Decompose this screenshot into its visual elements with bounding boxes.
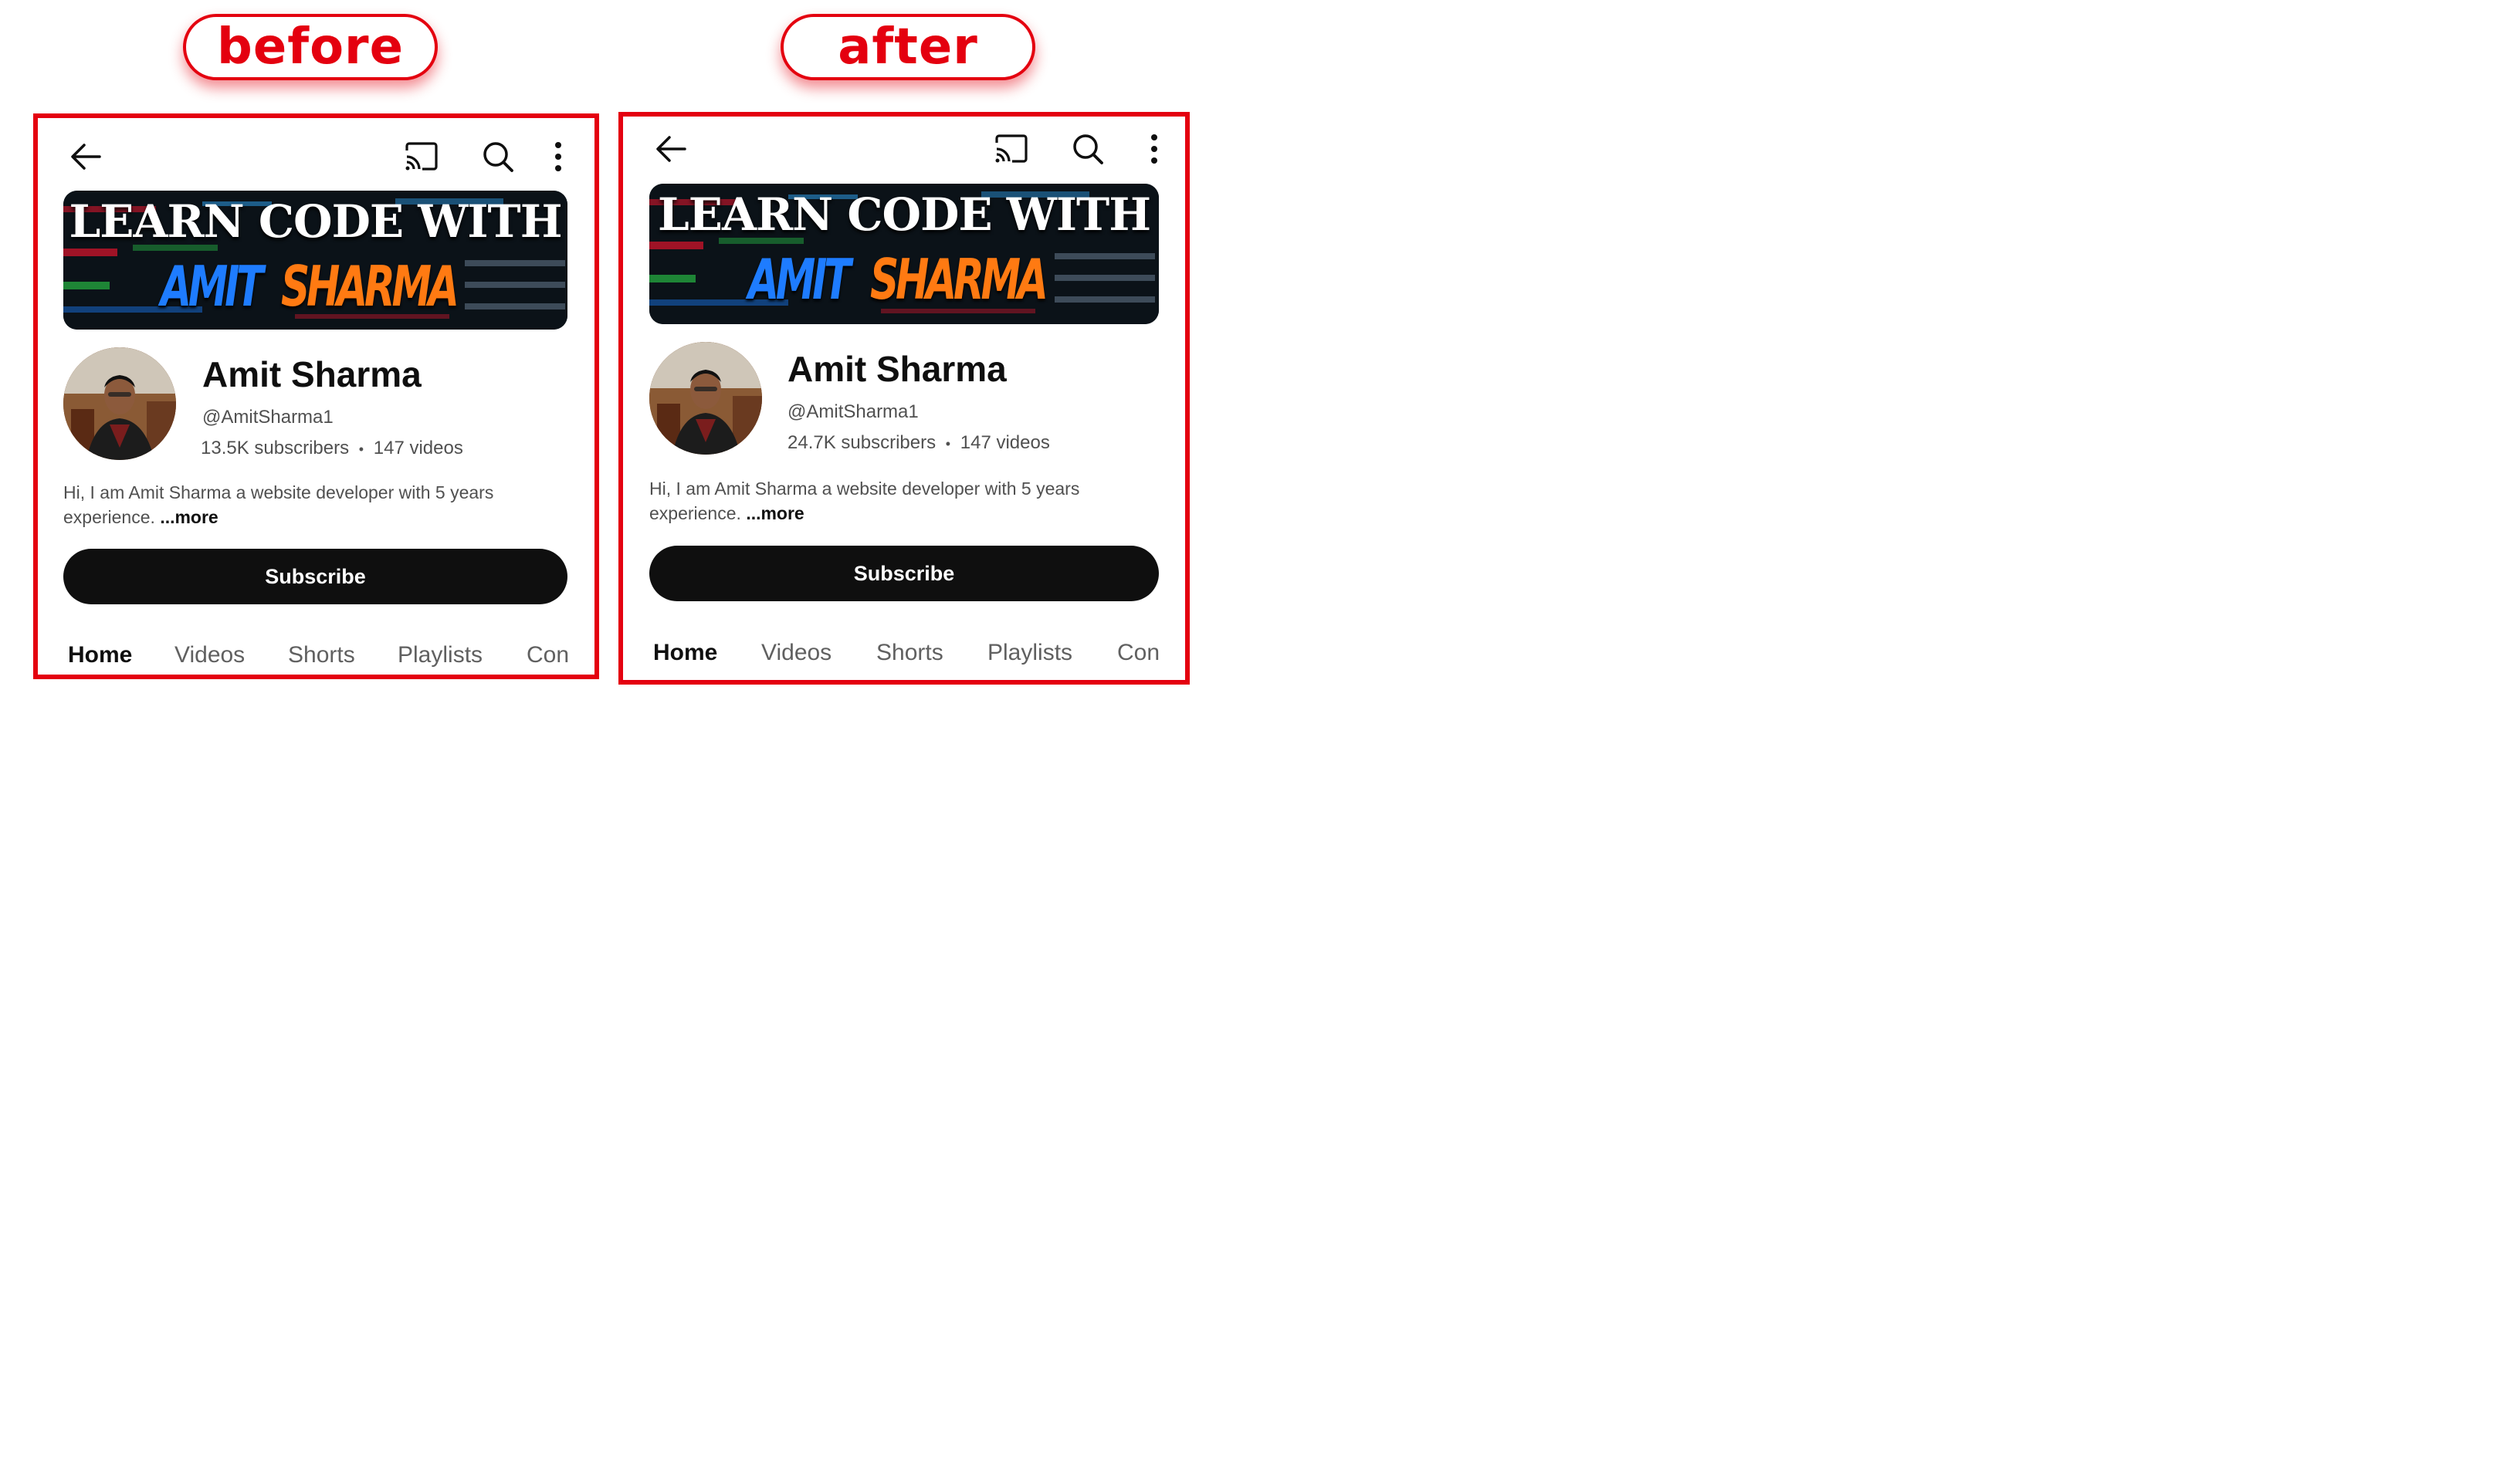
- before-label: before: [183, 14, 438, 80]
- banner-last-name: SHARMA: [281, 254, 459, 319]
- channel-tabs: Home Videos Shorts Playlists Con: [623, 640, 1185, 671]
- arrow-left-icon[interactable]: [654, 134, 688, 164]
- before-panel: LEARN CODE WITH AMIT SHARMA Amit Sharma …: [33, 113, 599, 679]
- banner-last-name: SHARMA: [870, 247, 1048, 312]
- after-label: after: [781, 14, 1035, 80]
- tab-home[interactable]: Home: [653, 640, 717, 666]
- avatar[interactable]: [63, 347, 176, 460]
- more-vert-icon[interactable]: [1150, 134, 1159, 164]
- channel-name: Amit Sharma: [788, 349, 1007, 389]
- tab-playlists[interactable]: Playlists: [987, 640, 1072, 666]
- before-label-text: before: [217, 19, 404, 76]
- subscribe-button[interactable]: Subscribe: [63, 549, 567, 604]
- banner-first-name: AMIT: [748, 247, 851, 312]
- tab-community[interactable]: Con: [527, 642, 569, 668]
- description-line-1: Hi, I am Amit Sharma a website developer…: [63, 482, 494, 502]
- banner-title: LEARN CODE WITH: [69, 195, 562, 248]
- channel-handle: @AmitSharma1: [788, 401, 919, 422]
- channel-stats: 24.7K subscribers • 147 videos: [788, 432, 1050, 454]
- cast-icon[interactable]: [994, 134, 1029, 164]
- channel-name: Amit Sharma: [202, 354, 422, 394]
- top-bar: [623, 117, 1185, 186]
- avatar-photo: [649, 342, 762, 455]
- banner-first-name: AMIT: [161, 254, 263, 319]
- stats-separator: •: [358, 441, 364, 457]
- banner-title: LEARN CODE WITH: [657, 188, 1151, 241]
- tab-playlists[interactable]: Playlists: [398, 642, 483, 668]
- description-line-2: experience.: [649, 503, 741, 523]
- stats-separator: •: [945, 436, 951, 452]
- more-link[interactable]: ...more: [746, 503, 804, 523]
- tab-home[interactable]: Home: [68, 642, 132, 668]
- tab-videos[interactable]: Videos: [174, 642, 245, 668]
- channel-description[interactable]: Hi, I am Amit Sharma a website developer…: [649, 476, 1079, 526]
- more-vert-icon[interactable]: [554, 141, 563, 172]
- after-panel: LEARN CODE WITH AMIT SHARMA Amit Sharma …: [618, 112, 1190, 685]
- avatar[interactable]: [649, 342, 762, 455]
- subscriber-count: 24.7K subscribers: [788, 432, 937, 453]
- avatar-photo: [63, 347, 176, 460]
- video-count: 147 videos: [373, 438, 463, 458]
- search-icon[interactable]: [1071, 132, 1105, 166]
- tab-community[interactable]: Con: [1117, 640, 1160, 666]
- channel-description[interactable]: Hi, I am Amit Sharma a website developer…: [63, 480, 493, 529]
- video-count: 147 videos: [960, 432, 1050, 453]
- description-line-2: experience.: [63, 507, 155, 527]
- cast-icon[interactable]: [404, 141, 439, 172]
- tab-shorts[interactable]: Shorts: [288, 642, 355, 668]
- search-icon[interactable]: [481, 140, 515, 174]
- channel-handle: @AmitSharma1: [202, 407, 334, 428]
- after-label-text: after: [838, 19, 978, 76]
- tab-videos[interactable]: Videos: [761, 640, 832, 666]
- channel-banner: LEARN CODE WITH AMIT SHARMA: [649, 184, 1159, 324]
- channel-stats: 13.5K subscribers • 147 videos: [201, 438, 463, 459]
- subscriber-count: 13.5K subscribers: [201, 438, 350, 458]
- subscribe-button[interactable]: Subscribe: [649, 546, 1159, 601]
- channel-banner: LEARN CODE WITH AMIT SHARMA: [63, 191, 567, 330]
- tab-shorts[interactable]: Shorts: [876, 640, 943, 666]
- description-line-1: Hi, I am Amit Sharma a website developer…: [649, 479, 1080, 499]
- channel-tabs: Home Videos Shorts Playlists Con: [38, 642, 594, 673]
- arrow-left-icon[interactable]: [69, 141, 103, 172]
- more-link[interactable]: ...more: [160, 507, 218, 527]
- top-bar: [38, 118, 594, 188]
